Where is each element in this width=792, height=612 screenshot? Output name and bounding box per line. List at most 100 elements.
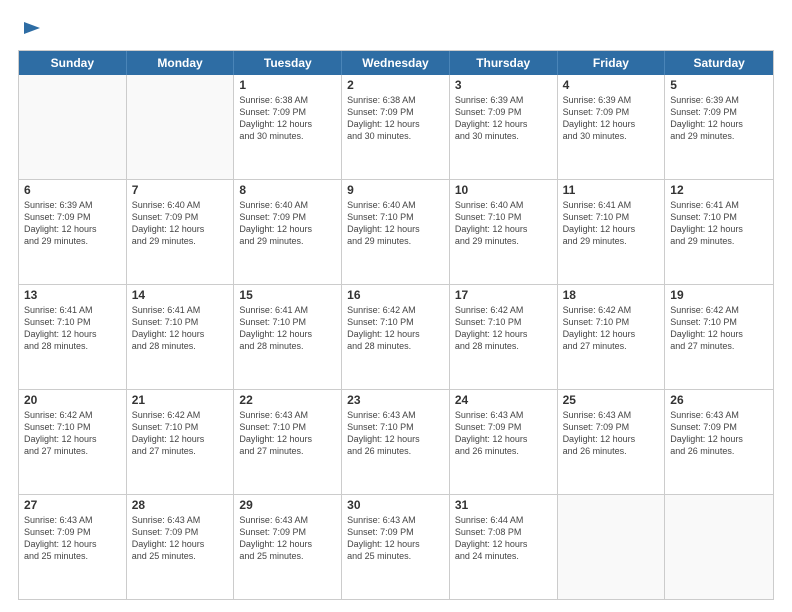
day-number: 17 <box>455 288 552 302</box>
day-number: 13 <box>24 288 121 302</box>
day-number: 30 <box>347 498 444 512</box>
cal-cell: 3 Sunrise: 6:39 AMSunset: 7:09 PMDaylight… <box>450 75 558 179</box>
cal-cell <box>665 495 773 599</box>
cal-cell <box>19 75 127 179</box>
cal-row-3: 20 Sunrise: 6:42 AMSunset: 7:10 PMDayligh… <box>19 389 773 494</box>
cal-cell: 18 Sunrise: 6:42 AMSunset: 7:10 PMDayligh… <box>558 285 666 389</box>
day-number: 2 <box>347 78 444 92</box>
day-number: 28 <box>132 498 229 512</box>
cell-info: Sunrise: 6:41 AMSunset: 7:10 PMDaylight:… <box>132 304 229 353</box>
cell-info: Sunrise: 6:40 AMSunset: 7:09 PMDaylight:… <box>239 199 336 248</box>
day-number: 27 <box>24 498 121 512</box>
cell-info: Sunrise: 6:42 AMSunset: 7:10 PMDaylight:… <box>563 304 660 353</box>
day-number: 16 <box>347 288 444 302</box>
cal-cell: 5 Sunrise: 6:39 AMSunset: 7:09 PMDaylight… <box>665 75 773 179</box>
day-number: 24 <box>455 393 552 407</box>
cal-cell: 23Sunrise: 6:43 AMSunset: 7:10 PMDayligh… <box>342 390 450 494</box>
cell-info: Sunrise: 6:40 AMSunset: 7:09 PMDaylight:… <box>132 199 229 248</box>
day-number: 9 <box>347 183 444 197</box>
cal-cell: 26 Sunrise: 6:43 AMSunset: 7:09 PMDayligh… <box>665 390 773 494</box>
cell-info: Sunrise: 6:43 AMSunset: 7:09 PMDaylight:… <box>132 514 229 563</box>
day-number: 11 <box>563 183 660 197</box>
cell-info: Sunrise: 6:39 AMSunset: 7:09 PMDaylight:… <box>24 199 121 248</box>
cal-cell: 25Sunrise: 6:43 AMSunset: 7:09 PMDayligh… <box>558 390 666 494</box>
logo <box>18 18 42 40</box>
cal-row-2: 13 Sunrise: 6:41 AMSunset: 7:10 PMDayligh… <box>19 284 773 389</box>
cal-cell: 11 Sunrise: 6:41 AMSunset: 7:10 PMDayligh… <box>558 180 666 284</box>
cell-info: Sunrise: 6:42 AMSunset: 7:10 PMDaylight:… <box>455 304 552 353</box>
cell-info: Sunrise: 6:41 AMSunset: 7:10 PMDaylight:… <box>239 304 336 353</box>
day-number: 22 <box>239 393 336 407</box>
day-number: 4 <box>563 78 660 92</box>
cal-cell: 12Sunrise: 6:41 AMSunset: 7:10 PMDayligh… <box>665 180 773 284</box>
cal-cell: 20 Sunrise: 6:42 AMSunset: 7:10 PMDayligh… <box>19 390 127 494</box>
cal-row-1: 6 Sunrise: 6:39 AMSunset: 7:09 PMDaylight… <box>19 179 773 284</box>
header <box>18 18 774 40</box>
cal-row-4: 27 Sunrise: 6:43 AMSunset: 7:09 PMDayligh… <box>19 494 773 599</box>
cell-info: Sunrise: 6:44 AMSunset: 7:08 PMDaylight:… <box>455 514 552 563</box>
cell-info: Sunrise: 6:40 AMSunset: 7:10 PMDaylight:… <box>455 199 552 248</box>
day-number: 7 <box>132 183 229 197</box>
cal-cell: 21 Sunrise: 6:42 AMSunset: 7:10 PMDayligh… <box>127 390 235 494</box>
cal-cell: 28 Sunrise: 6:43 AMSunset: 7:09 PMDayligh… <box>127 495 235 599</box>
logo-flag-icon <box>20 18 42 40</box>
cal-cell: 30 Sunrise: 6:43 AMSunset: 7:09 PMDayligh… <box>342 495 450 599</box>
cal-cell <box>127 75 235 179</box>
cell-info: Sunrise: 6:43 AMSunset: 7:09 PMDaylight:… <box>455 409 552 458</box>
cal-header-monday: Monday <box>127 51 235 75</box>
cell-info: Sunrise: 6:39 AMSunset: 7:09 PMDaylight:… <box>670 94 768 143</box>
day-number: 8 <box>239 183 336 197</box>
cell-info: Sunrise: 6:43 AMSunset: 7:09 PMDaylight:… <box>24 514 121 563</box>
cal-cell: 22 Sunrise: 6:43 AMSunset: 7:10 PMDayligh… <box>234 390 342 494</box>
cal-cell: 10Sunrise: 6:40 AMSunset: 7:10 PMDayligh… <box>450 180 558 284</box>
day-number: 18 <box>563 288 660 302</box>
cell-info: Sunrise: 6:41 AMSunset: 7:10 PMDaylight:… <box>670 199 768 248</box>
day-number: 20 <box>24 393 121 407</box>
cal-header-thursday: Thursday <box>450 51 558 75</box>
page: SundayMondayTuesdayWednesdayThursdayFrid… <box>0 0 792 612</box>
cal-cell: 14 Sunrise: 6:41 AMSunset: 7:10 PMDayligh… <box>127 285 235 389</box>
cal-header-sunday: Sunday <box>19 51 127 75</box>
day-number: 31 <box>455 498 552 512</box>
cell-info: Sunrise: 6:38 AMSunset: 7:09 PMDaylight:… <box>239 94 336 143</box>
cal-cell: 8 Sunrise: 6:40 AMSunset: 7:09 PMDaylight… <box>234 180 342 284</box>
day-number: 1 <box>239 78 336 92</box>
cal-header-tuesday: Tuesday <box>234 51 342 75</box>
cal-cell: 13Sunrise: 6:41 AMSunset: 7:10 PMDayligh… <box>19 285 127 389</box>
cal-cell: 24 Sunrise: 6:43 AMSunset: 7:09 PMDayligh… <box>450 390 558 494</box>
cal-cell: 6 Sunrise: 6:39 AMSunset: 7:09 PMDaylight… <box>19 180 127 284</box>
cal-cell: 16 Sunrise: 6:42 AMSunset: 7:10 PMDayligh… <box>342 285 450 389</box>
day-number: 21 <box>132 393 229 407</box>
calendar: SundayMondayTuesdayWednesdayThursdayFrid… <box>18 50 774 600</box>
day-number: 25 <box>563 393 660 407</box>
cell-info: Sunrise: 6:38 AMSunset: 7:09 PMDaylight:… <box>347 94 444 143</box>
cal-cell: 29 Sunrise: 6:43 AMSunset: 7:09 PMDayligh… <box>234 495 342 599</box>
cell-info: Sunrise: 6:43 AMSunset: 7:09 PMDaylight:… <box>239 514 336 563</box>
cell-info: Sunrise: 6:43 AMSunset: 7:10 PMDaylight:… <box>239 409 336 458</box>
cell-info: Sunrise: 6:39 AMSunset: 7:09 PMDaylight:… <box>455 94 552 143</box>
cal-cell: 19Sunrise: 6:42 AMSunset: 7:10 PMDayligh… <box>665 285 773 389</box>
cal-header-wednesday: Wednesday <box>342 51 450 75</box>
day-number: 26 <box>670 393 768 407</box>
cell-info: Sunrise: 6:42 AMSunset: 7:10 PMDaylight:… <box>24 409 121 458</box>
day-number: 3 <box>455 78 552 92</box>
calendar-body: 1 Sunrise: 6:38 AMSunset: 7:09 PMDaylight… <box>19 75 773 599</box>
cell-info: Sunrise: 6:42 AMSunset: 7:10 PMDaylight:… <box>347 304 444 353</box>
cell-info: Sunrise: 6:40 AMSunset: 7:10 PMDaylight:… <box>347 199 444 248</box>
day-number: 5 <box>670 78 768 92</box>
cal-row-0: 1 Sunrise: 6:38 AMSunset: 7:09 PMDaylight… <box>19 75 773 179</box>
cal-header-saturday: Saturday <box>665 51 773 75</box>
day-number: 19 <box>670 288 768 302</box>
cell-info: Sunrise: 6:43 AMSunset: 7:09 PMDaylight:… <box>670 409 768 458</box>
cell-info: Sunrise: 6:42 AMSunset: 7:10 PMDaylight:… <box>132 409 229 458</box>
cal-cell: 27 Sunrise: 6:43 AMSunset: 7:09 PMDayligh… <box>19 495 127 599</box>
cell-info: Sunrise: 6:43 AMSunset: 7:09 PMDaylight:… <box>347 514 444 563</box>
day-number: 14 <box>132 288 229 302</box>
cell-info: Sunrise: 6:41 AMSunset: 7:10 PMDaylight:… <box>563 199 660 248</box>
day-number: 29 <box>239 498 336 512</box>
cell-info: Sunrise: 6:39 AMSunset: 7:09 PMDaylight:… <box>563 94 660 143</box>
day-number: 6 <box>24 183 121 197</box>
cal-cell: 2 Sunrise: 6:38 AMSunset: 7:09 PMDaylight… <box>342 75 450 179</box>
cal-cell: 7 Sunrise: 6:40 AMSunset: 7:09 PMDaylight… <box>127 180 235 284</box>
cal-cell <box>558 495 666 599</box>
